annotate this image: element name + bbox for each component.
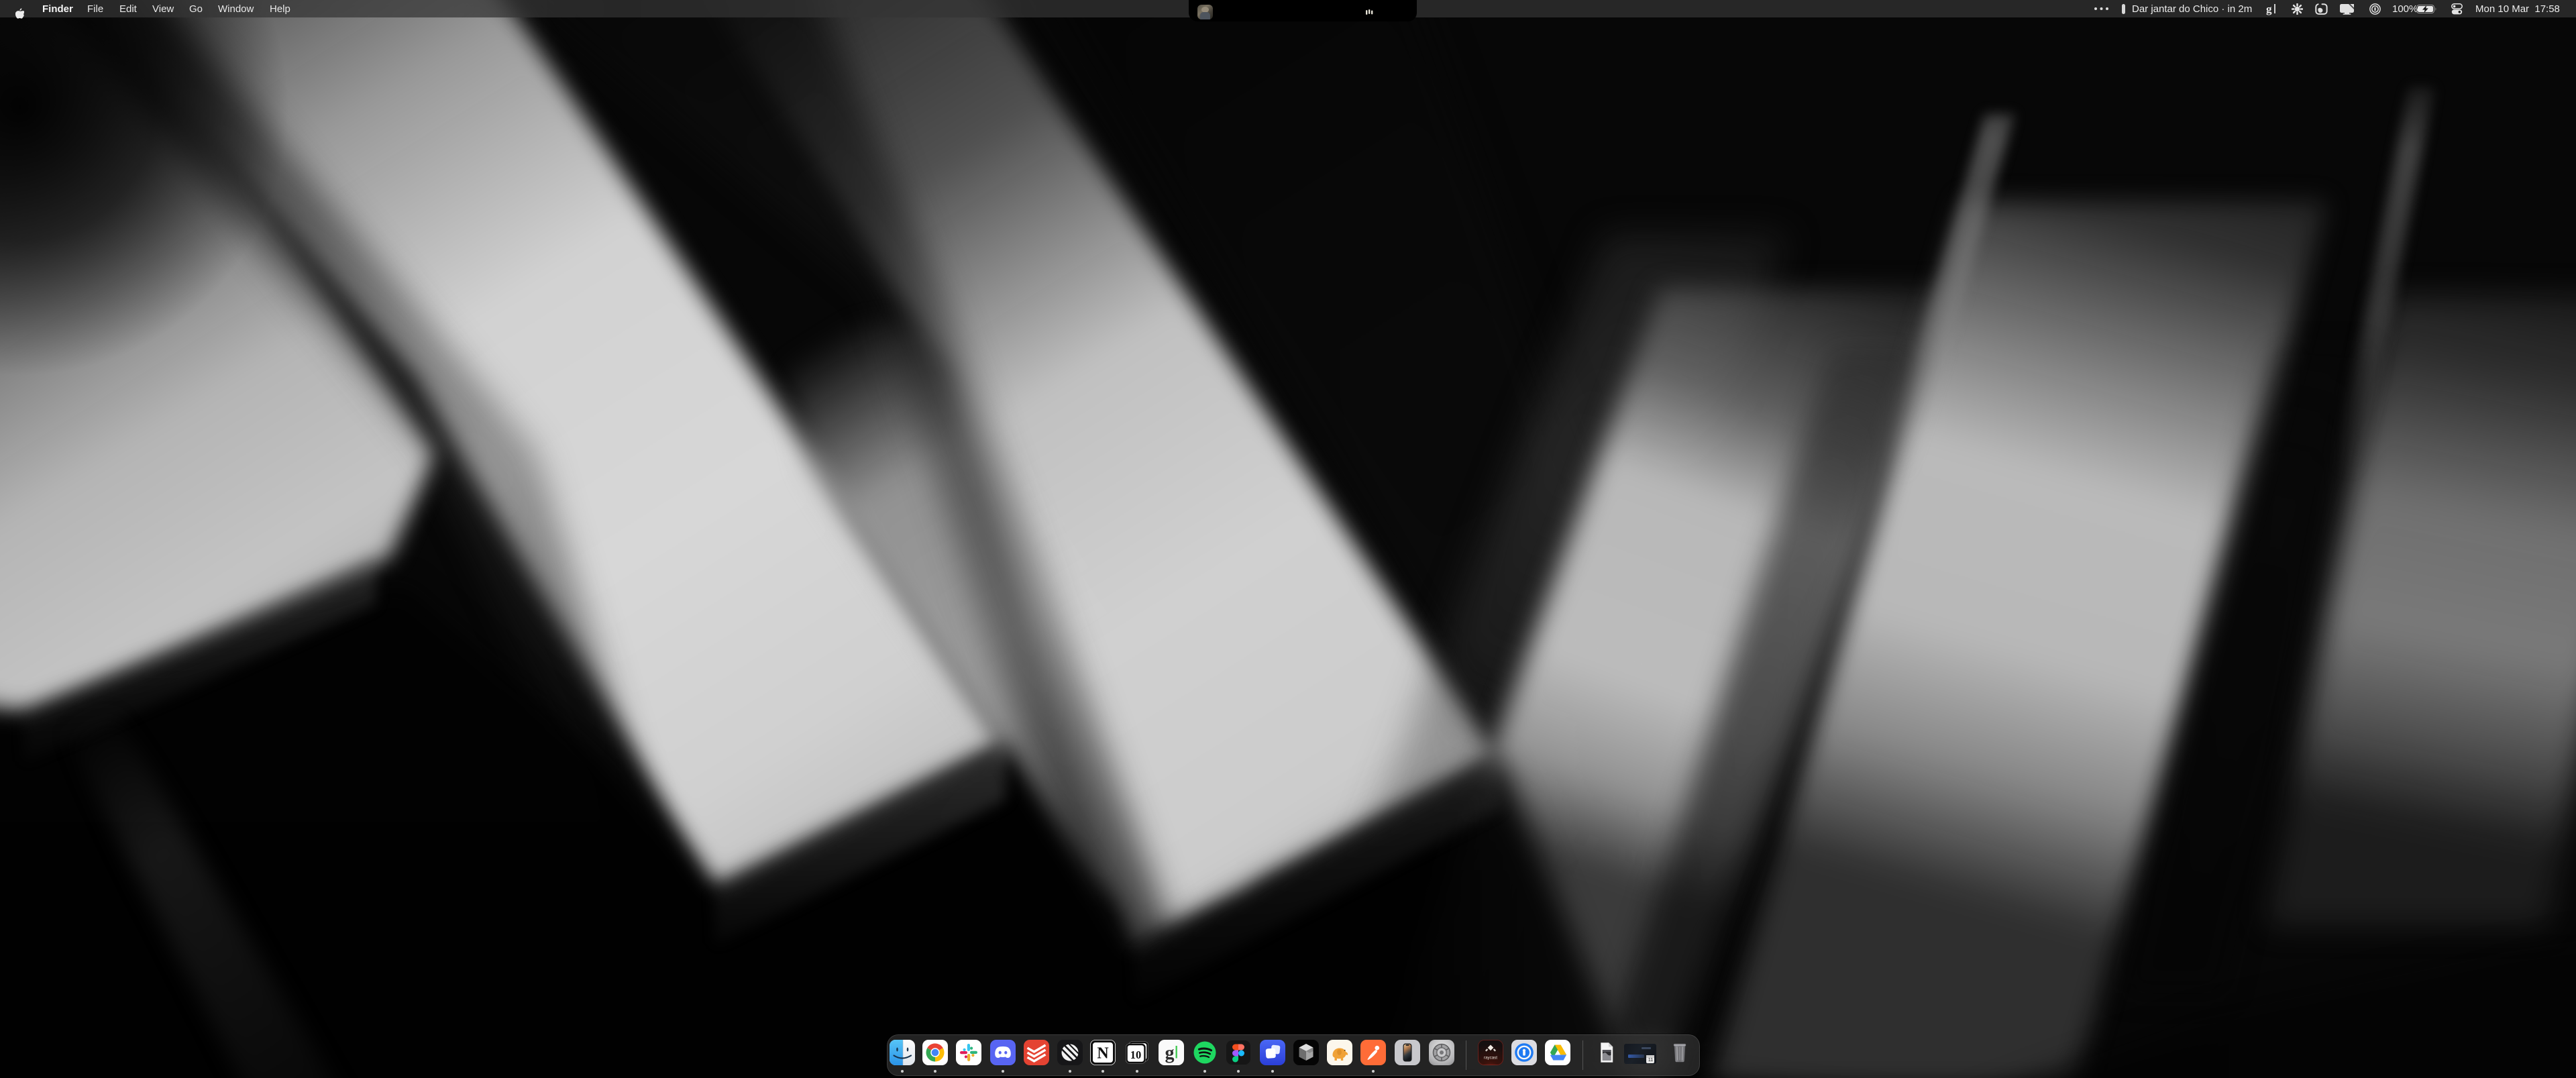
svg-text:10: 10 (1130, 1048, 1142, 1061)
svg-text:g: g (1165, 1043, 1175, 1064)
svg-text:raycast: raycast (1484, 1056, 1497, 1061)
svg-text:N: N (1097, 1045, 1109, 1063)
